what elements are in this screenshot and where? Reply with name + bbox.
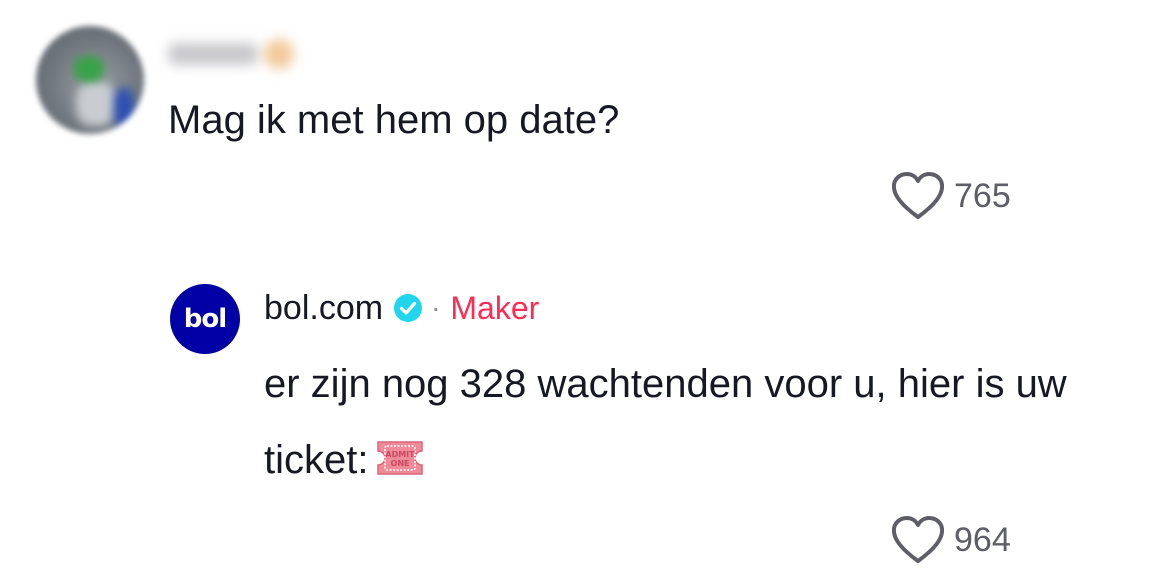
heart-outline-icon: [891, 172, 945, 219]
comment-like-button[interactable]: 765: [890, 170, 1011, 222]
avatar-logo-text: bol: [183, 304, 227, 334]
ticket-line2: ONE: [391, 459, 410, 468]
reply-text-block: er zijn nog 328 wachtenden voor u, hier …: [264, 346, 1144, 498]
creator-badge: Maker: [450, 289, 540, 326]
admission-ticket-emoji: ADMIT ONE: [377, 441, 424, 476]
commenter-username-blurred[interactable]: [168, 30, 294, 78]
reply-header: bol.com · Maker: [264, 286, 539, 330]
heart-outline-icon: [891, 516, 945, 563]
ticket-line1: ADMIT: [386, 450, 416, 459]
comment-like-count: 765: [954, 177, 1011, 215]
commenter-avatar[interactable]: [36, 26, 144, 134]
reply-like-button[interactable]: 964: [890, 514, 1011, 566]
reply-like-count: 964: [954, 521, 1011, 559]
reply-author-name[interactable]: bol.com: [264, 289, 383, 328]
verified-check-icon: [394, 294, 423, 322]
reply-author-avatar[interactable]: bol: [170, 284, 240, 354]
comment-text: Mag ik met hem op date?: [168, 98, 620, 142]
header-separator: ·: [431, 292, 441, 323]
